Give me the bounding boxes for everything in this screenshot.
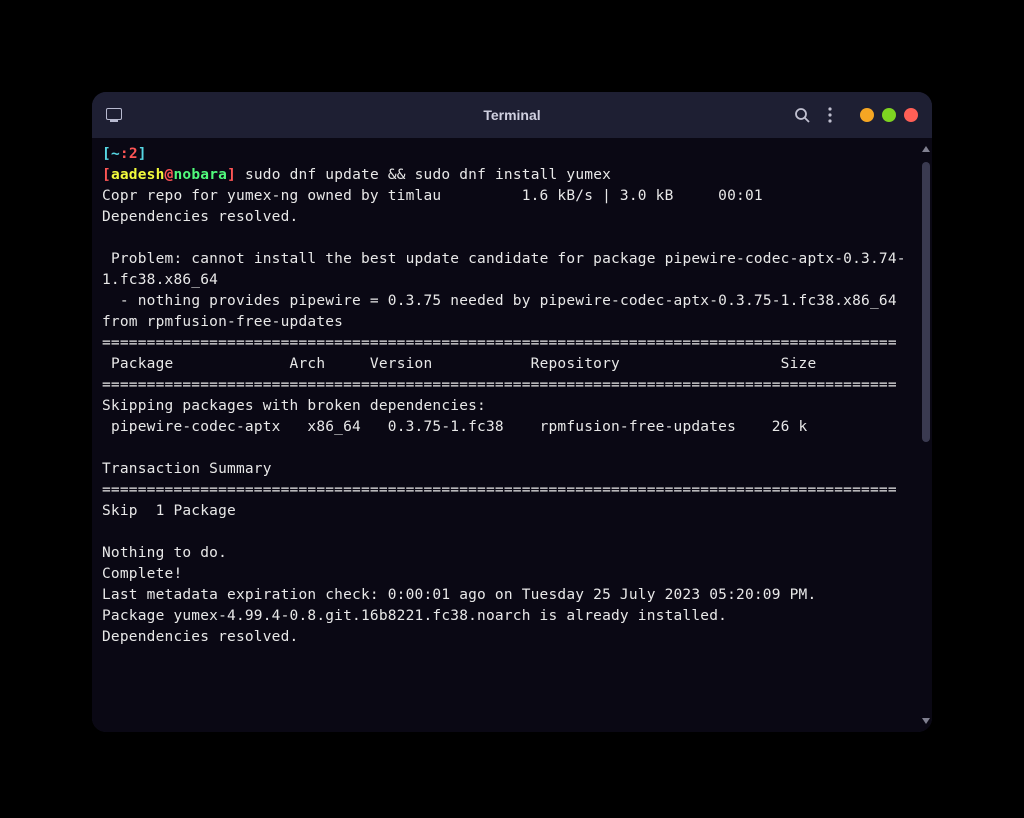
output-line: Copr repo for yumex-ng owned by timlau 1… bbox=[102, 188, 763, 204]
prompt-cwd: ~ bbox=[111, 146, 120, 162]
window-title: Terminal bbox=[483, 107, 540, 123]
prompt-history: 2 bbox=[129, 146, 138, 162]
output-line: Dependencies resolved. bbox=[102, 209, 298, 225]
output-line: Skip 1 Package bbox=[102, 503, 236, 519]
kebab-menu-icon[interactable] bbox=[828, 107, 832, 123]
minimize-button[interactable] bbox=[860, 108, 874, 122]
prompt-host: nobara bbox=[173, 167, 227, 183]
titlebar[interactable]: Terminal bbox=[92, 92, 932, 138]
terminal-content[interactable]: [~:2] [aadesh@nobara] sudo dnf update &&… bbox=[92, 138, 932, 732]
output-divider: ========================================… bbox=[102, 377, 897, 393]
output-line: Dependencies resolved. bbox=[102, 629, 298, 645]
app-icon[interactable] bbox=[106, 108, 122, 122]
output-divider: ========================================… bbox=[102, 482, 897, 498]
scrollbar[interactable] bbox=[922, 142, 930, 728]
output-line: Skipping packages with broken dependenci… bbox=[102, 398, 486, 414]
output-line: Problem: cannot install the best update … bbox=[102, 251, 906, 288]
scrollbar-thumb[interactable] bbox=[922, 162, 930, 442]
scroll-up-icon[interactable] bbox=[922, 146, 930, 152]
output-line: Last metadata expiration check: 0:00:01 … bbox=[102, 587, 816, 603]
output-line: Transaction Summary bbox=[102, 461, 272, 477]
titlebar-right-controls bbox=[794, 107, 918, 123]
output-line: Complete! bbox=[102, 566, 182, 582]
output-line: - nothing provides pipewire = 0.3.75 nee… bbox=[102, 293, 906, 330]
output-line: Nothing to do. bbox=[102, 545, 227, 561]
close-button[interactable] bbox=[904, 108, 918, 122]
output-line: Package yumex-4.99.4-0.8.git.16b8221.fc3… bbox=[102, 608, 727, 624]
terminal-window: Terminal [~:2] [aadesh@nobara] sudo dnf … bbox=[92, 92, 932, 732]
search-icon[interactable] bbox=[794, 107, 810, 123]
scroll-down-icon[interactable] bbox=[922, 718, 930, 724]
window-controls bbox=[860, 108, 918, 122]
prompt-user: aadesh bbox=[111, 167, 165, 183]
terminal-text: [~:2] [aadesh@nobara] sudo dnf update &&… bbox=[102, 144, 924, 648]
command-text: sudo dnf update && sudo dnf install yume… bbox=[245, 167, 611, 183]
output-table-row: pipewire-codec-aptx x86_64 0.3.75-1.fc38… bbox=[102, 419, 807, 435]
output-divider: ========================================… bbox=[102, 335, 897, 351]
output-table-header: Package Arch Version Repository Size bbox=[102, 356, 816, 372]
maximize-button[interactable] bbox=[882, 108, 896, 122]
